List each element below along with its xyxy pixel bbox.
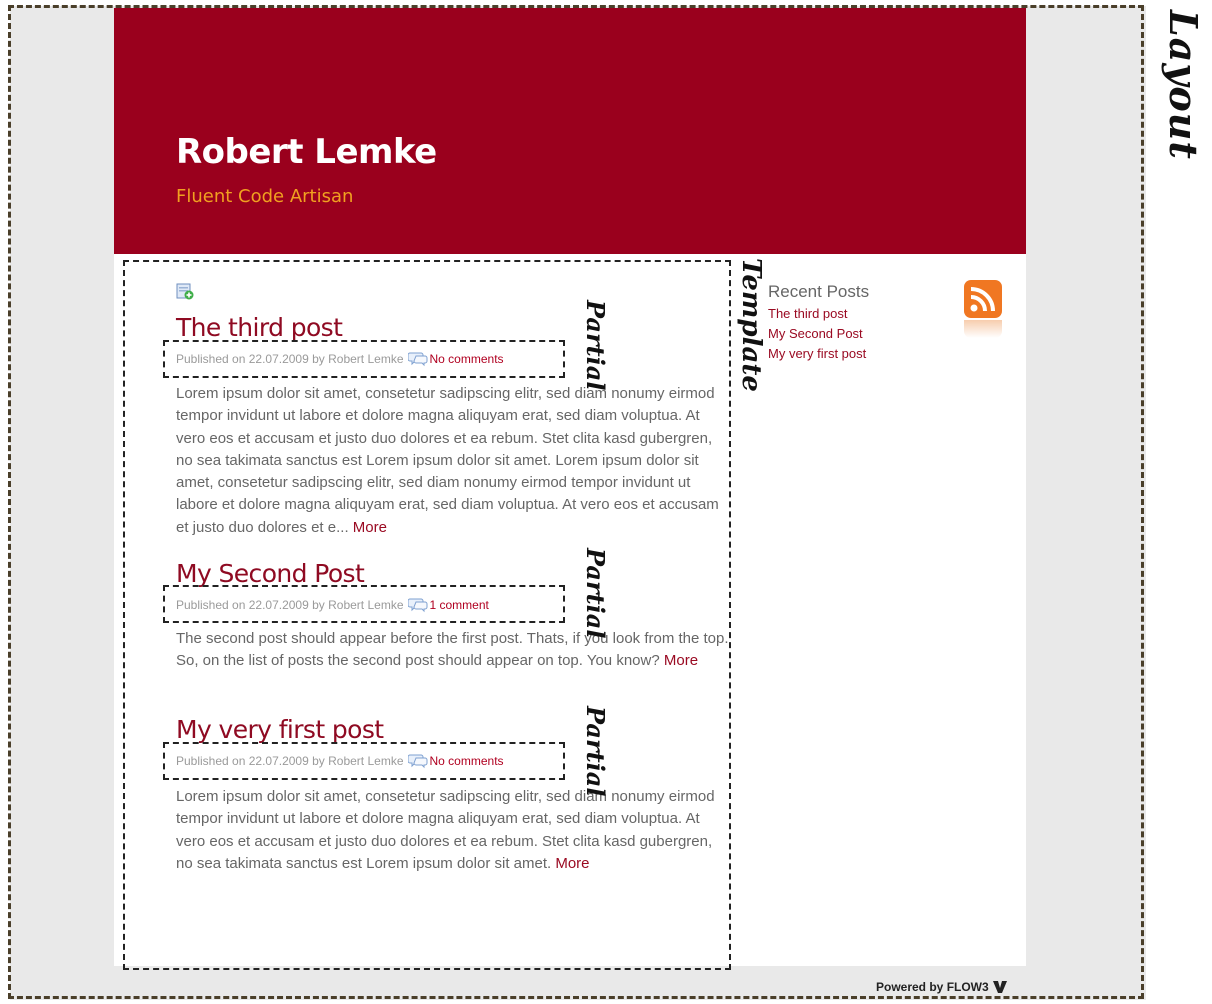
partial-label: Partial	[581, 548, 610, 639]
comment-bubble-icon	[407, 598, 427, 613]
post-body-text: Lorem ipsum dolor sit amet, consetetur s…	[176, 385, 719, 536]
post-title[interactable]: My very first post	[176, 715, 384, 744]
post-title[interactable]: The third post	[176, 313, 343, 342]
rss-reflection	[964, 320, 1002, 338]
powered-by-text: Powered by FLOW3	[876, 980, 989, 994]
site-subtitle: Fluent Code Artisan	[176, 186, 354, 207]
post-meta-text: Published on 22.07.2009 by Robert Lemke	[176, 352, 404, 366]
post-body: Lorem ipsum dolor sit amet, consetetur s…	[176, 786, 732, 875]
post-meta: Published on 22.07.2009 by Robert Lemke …	[176, 596, 489, 614]
layout-label: Layout	[1161, 10, 1206, 160]
comment-bubble-icon	[407, 754, 427, 769]
template-label: Template	[736, 258, 766, 392]
post-meta-text: Published on 22.07.2009 by Robert Lemke	[176, 598, 404, 612]
post-meta: Published on 22.07.2009 by Robert Lemke …	[176, 350, 504, 368]
recent-post-link[interactable]: My Second Post	[768, 326, 866, 346]
more-link[interactable]: More	[353, 519, 387, 536]
powered-by: Powered by FLOW3	[876, 980, 1007, 994]
comment-bubble-icon	[407, 352, 427, 367]
recent-posts-list: The third post My Second Post My very fi…	[768, 306, 866, 366]
post-body: Lorem ipsum dolor sit amet, consetetur s…	[176, 383, 732, 539]
site-header: Robert Lemke Fluent Code Artisan	[114, 8, 1026, 254]
recent-post-link[interactable]: The third post	[768, 306, 866, 326]
recent-post-link[interactable]: My very first post	[768, 346, 866, 366]
flow3-logo-icon	[992, 981, 1007, 993]
more-link[interactable]: More	[555, 855, 589, 872]
rss-icon[interactable]	[964, 280, 1002, 318]
more-link[interactable]: More	[664, 652, 698, 669]
site-title[interactable]: Robert Lemke	[176, 132, 437, 172]
comments-link[interactable]: No comments	[430, 754, 504, 768]
partial-label: Partial	[581, 300, 610, 391]
post-body-text: The second post should appear before the…	[176, 630, 729, 670]
rss-glyph-icon	[970, 287, 995, 312]
post-meta: Published on 22.07.2009 by Robert Lemke …	[176, 752, 504, 770]
comments-link[interactable]: No comments	[430, 352, 504, 366]
sidebar-title: Recent Posts	[768, 282, 870, 301]
new-post-icon[interactable]	[176, 282, 194, 300]
post-meta-text: Published on 22.07.2009 by Robert Lemke	[176, 754, 404, 768]
comments-link[interactable]: 1 comment	[430, 598, 489, 612]
partial-label: Partial	[581, 706, 610, 797]
post-title[interactable]: My Second Post	[176, 559, 365, 588]
post-body: The second post should appear before the…	[176, 628, 732, 673]
post-body-text: Lorem ipsum dolor sit amet, consetetur s…	[176, 788, 715, 872]
